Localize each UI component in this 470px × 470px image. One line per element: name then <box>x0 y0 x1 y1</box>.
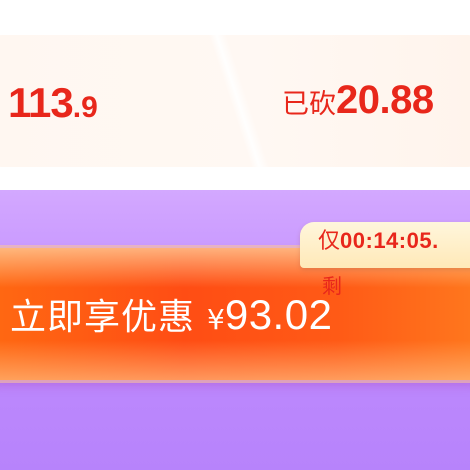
claim-discount-button-label[interactable]: 立即享优惠 ¥93.02 <box>10 294 332 336</box>
countdown-prefix: 仅 <box>318 229 341 254</box>
currency-symbol: ¥ <box>207 303 225 336</box>
countdown-timer: 00:14:05. <box>340 228 439 253</box>
discounted-price: 93.02 <box>224 291 333 338</box>
countdown-suffix: 剩 <box>322 274 342 298</box>
cut-amount-block: 已砍20.88 <box>282 80 434 120</box>
cut-label: 已砍 <box>282 89 336 120</box>
current-price: 113.9 <box>8 82 98 124</box>
cta-label: 立即享优惠 <box>10 297 196 338</box>
current-price-integer: 113 <box>8 79 74 126</box>
current-price-decimal: .9 <box>72 91 98 124</box>
countdown-text: 仅00:14:05. <box>318 230 439 253</box>
cut-amount: 20.88 <box>336 78 434 122</box>
